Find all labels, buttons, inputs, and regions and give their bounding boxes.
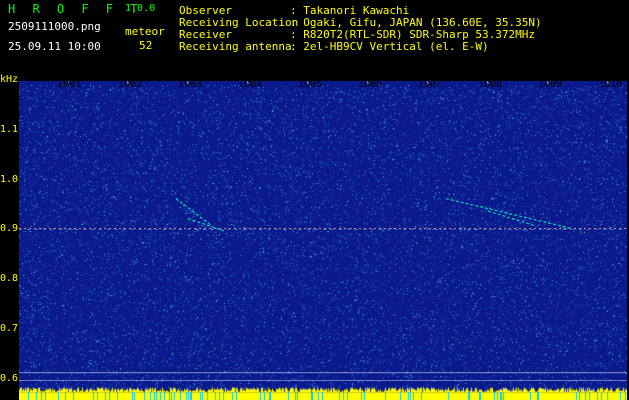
y-tick-label: 0.9 (0, 223, 19, 234)
y-tick-label: 0.7 (0, 323, 19, 334)
spectrogram (19, 81, 627, 400)
x-tick-label: 1003 (178, 79, 203, 90)
y-tick-label: 0.6 (0, 373, 19, 384)
info-label-antenna: Receiving antenna (179, 40, 292, 53)
y-axis-unit: kHz (0, 74, 19, 85)
x-tick-label: 1005 (298, 79, 323, 90)
meteor-count: 52 (139, 39, 153, 52)
meteor-echo (175, 198, 213, 227)
x-tick-label: 1001 (57, 79, 82, 90)
file-name: 2509111000.png (8, 20, 101, 33)
info-value-antenna: : 2el-HB9CV Vertical (el. E-W) (290, 40, 489, 53)
meteor-label: meteor (125, 25, 165, 38)
y-tick-label: 1.1 (0, 124, 19, 135)
x-tick-label: 1007 (418, 79, 443, 90)
app-title: H R O F F T (8, 2, 143, 16)
x-tick-label: 1008 (478, 79, 503, 90)
app-version: 1.0.0 (125, 3, 156, 14)
date-time: 25.09.11 10:00 (8, 40, 101, 53)
meteor-echo (445, 198, 573, 230)
y-tick-label: 1.0 (0, 174, 19, 185)
x-tick-label: 1006 (358, 79, 383, 90)
x-tick-label: 1010 (598, 79, 623, 90)
x-tick-label: 1004 (238, 79, 263, 90)
x-tick-label: 1009 (538, 79, 563, 90)
spectrogram-overlay (19, 81, 627, 381)
y-tick-label: 0.8 (0, 273, 19, 284)
x-tick-label: 1002 (118, 79, 143, 90)
